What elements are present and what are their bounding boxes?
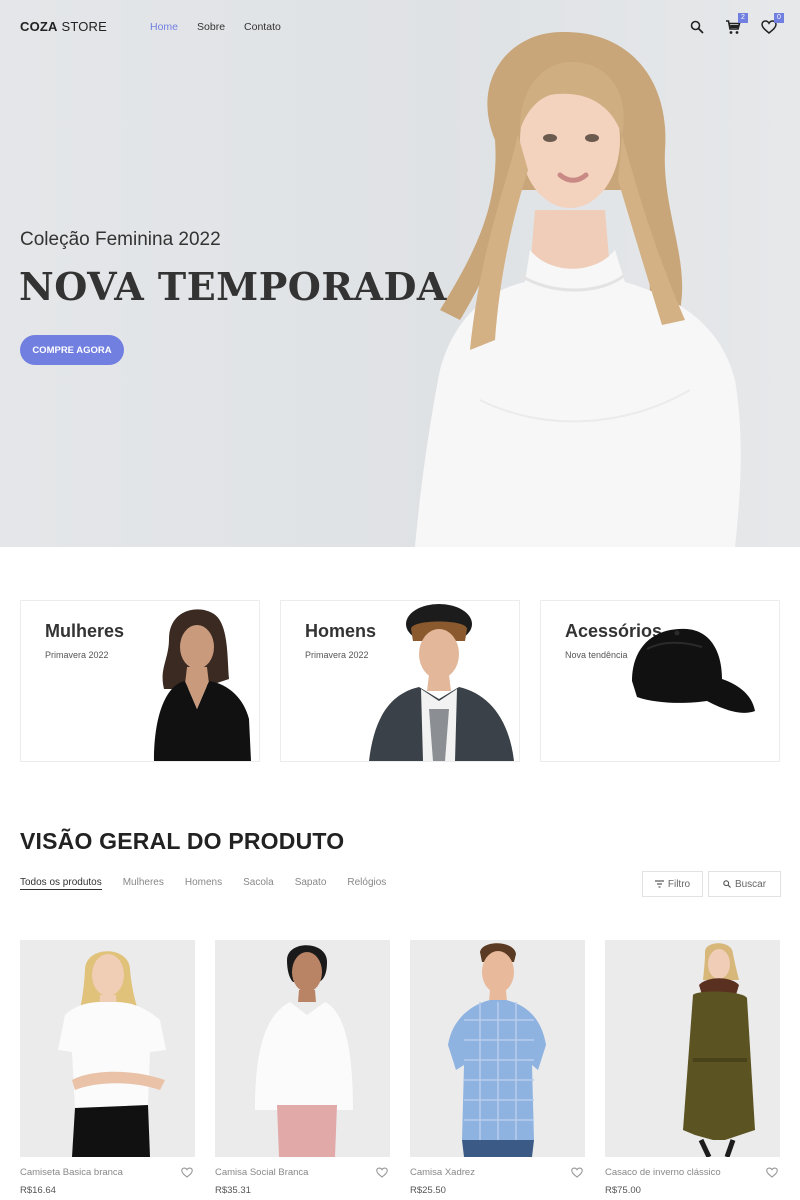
- filter-watches[interactable]: Relógios: [347, 877, 386, 890]
- banner-men[interactable]: Homens Primavera 2022: [280, 600, 520, 762]
- product-image[interactable]: [410, 940, 585, 1157]
- nav-contact[interactable]: Contato: [244, 21, 281, 33]
- site-header: COZA STORE Home Sobre Contato 2 0: [0, 0, 800, 56]
- product-card[interactable]: Camisa Social Branca R$35.31: [215, 940, 390, 1200]
- logo-bold: COZA: [20, 19, 58, 34]
- nav-about[interactable]: Sobre: [197, 21, 225, 33]
- filter-button-label: Filtro: [667, 878, 691, 890]
- logo-light: STORE: [61, 19, 108, 34]
- filter-bags[interactable]: Sacola: [243, 877, 274, 890]
- main-nav: Home Sobre Contato: [150, 21, 281, 33]
- product-price: R$75.00: [605, 1185, 641, 1196]
- product-name[interactable]: Camisa Social Branca: [215, 1167, 308, 1178]
- category-filters: Todos os produtos Mulheres Homens Sacola…: [20, 877, 386, 890]
- product-price: R$25.50: [410, 1185, 446, 1196]
- header-icons: 2 0: [688, 13, 784, 36]
- product-name[interactable]: Camiseta Basica branca: [20, 1167, 123, 1178]
- product-price: R$35.31: [215, 1185, 251, 1196]
- product-image[interactable]: [605, 940, 780, 1157]
- search-button-label: Buscar: [734, 878, 767, 890]
- nav-home[interactable]: Home: [150, 21, 178, 33]
- product-card[interactable]: Camisa Xadrez R$25.50: [410, 940, 585, 1200]
- hero-subtitle: Coleção Feminina 2022: [20, 229, 221, 250]
- filter-all[interactable]: Todos os produtos: [20, 877, 102, 890]
- product-name[interactable]: Casaco de inverno clássico: [605, 1167, 721, 1178]
- search-icon[interactable]: [688, 18, 706, 36]
- banner-subtitle: Primavera 2022: [45, 650, 109, 660]
- cart-count-badge: 2: [738, 13, 748, 23]
- product-price: R$16.64: [20, 1185, 56, 1196]
- banner-accessories[interactable]: Acessórios Nova tendência: [540, 600, 780, 762]
- hero-model-image: [415, 31, 741, 547]
- logo[interactable]: COZA STORE: [20, 19, 107, 34]
- cart-icon[interactable]: 2: [724, 13, 748, 36]
- product-card[interactable]: Casaco de inverno clássico R$75.00: [605, 940, 780, 1200]
- product-card[interactable]: Camiseta Basica branca R$16.64: [20, 940, 195, 1200]
- hero-title: NOVA TEMPORADA: [19, 264, 447, 309]
- banner-title: Mulheres: [45, 621, 125, 641]
- search-icon: [723, 880, 731, 888]
- heart-icon[interactable]: [571, 1167, 583, 1178]
- hero-slider: Coleção Feminina 2022 NOVA TEMPORADA COM…: [0, 0, 800, 547]
- wishlist-count-badge: 0: [774, 13, 784, 23]
- banner-accessories-image: [632, 628, 755, 713]
- product-name[interactable]: Camisa Xadrez: [410, 1167, 475, 1178]
- heart-icon[interactable]: [181, 1167, 193, 1178]
- shop-now-button[interactable]: COMPRE AGORA: [20, 335, 124, 365]
- banner-subtitle: Nova tendência: [565, 650, 628, 660]
- section-title: VISÃO GERAL DO PRODUTO: [20, 828, 345, 854]
- heart-icon[interactable]: [376, 1167, 388, 1178]
- product-image[interactable]: [20, 940, 195, 1157]
- filter-women[interactable]: Mulheres: [123, 877, 164, 890]
- filter-button[interactable]: Filtro: [642, 871, 703, 897]
- filter-shoes[interactable]: Sapato: [295, 877, 327, 890]
- filter-men[interactable]: Homens: [185, 877, 222, 890]
- heart-icon[interactable]: 0: [760, 13, 784, 36]
- banner-women-image: [154, 609, 251, 761]
- banner-women[interactable]: Mulheres Primavera 2022: [20, 600, 260, 762]
- heart-icon[interactable]: [766, 1167, 778, 1178]
- filter-icon: [654, 880, 664, 888]
- search-button[interactable]: Buscar: [708, 871, 781, 897]
- product-image[interactable]: [215, 940, 390, 1157]
- banner-men-image: [369, 604, 514, 761]
